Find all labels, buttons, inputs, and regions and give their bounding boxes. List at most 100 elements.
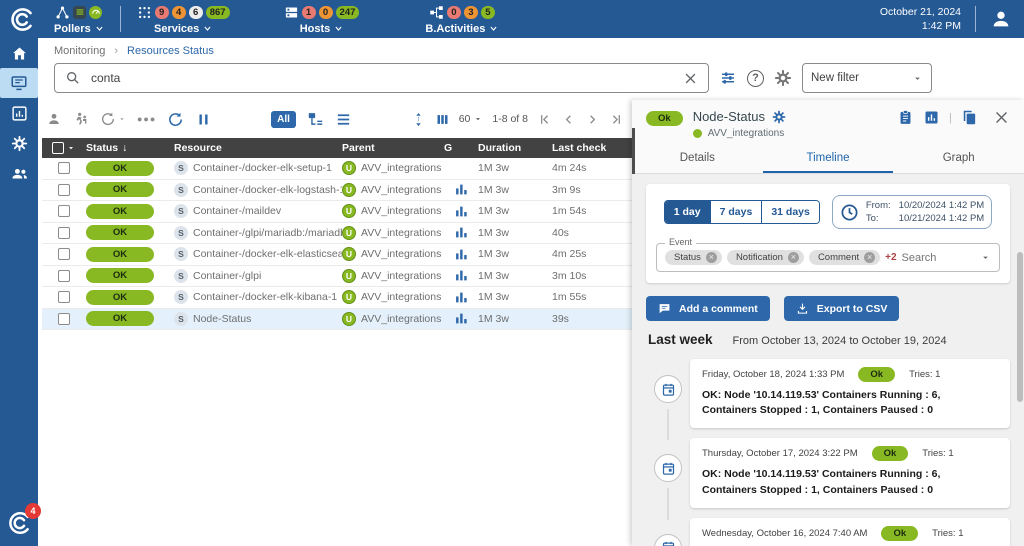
status-badge: OK: [86, 290, 154, 305]
event-card: Thursday, October 17, 2024 3:22 PM Ok Tr…: [690, 438, 1010, 507]
breadcrumb-monitoring[interactable]: Monitoring: [54, 45, 105, 57]
panel-tab[interactable]: Details: [632, 143, 763, 173]
sidebar-item-home[interactable]: [0, 38, 38, 68]
copy-details-clipboard-icon[interactable]: [897, 109, 914, 126]
pause-auto-refresh-icon[interactable]: [195, 111, 212, 128]
column-header-last-check[interactable]: Last check: [552, 142, 632, 154]
previous-page-icon[interactable]: [561, 112, 576, 127]
event-filter-chip[interactable]: Status×: [665, 250, 722, 265]
panel-resize-handle[interactable]: [632, 128, 635, 174]
table-row[interactable]: OK SContainer-/docker-elk-logstash-1 UAV…: [42, 180, 632, 202]
performance-graph-icon[interactable]: [923, 109, 940, 126]
search-input[interactable]: [91, 71, 673, 85]
more-chips-count[interactable]: +2: [885, 252, 896, 263]
graph-icon[interactable]: [455, 183, 468, 196]
export-csv-button[interactable]: Export to CSV: [784, 296, 900, 321]
acknowledge-icon[interactable]: [46, 111, 62, 127]
row-checkbox[interactable]: [58, 313, 70, 325]
clear-search-icon[interactable]: [683, 71, 698, 86]
sidebar-item-configuration[interactable]: [0, 128, 38, 158]
list-view-icon[interactable]: [335, 111, 352, 128]
sidebar-bottom-logo[interactable]: 4: [6, 510, 32, 536]
row-checkbox[interactable]: [58, 184, 70, 196]
add-comment-button[interactable]: Add a comment: [646, 296, 770, 321]
sidebar-item-administration[interactable]: [0, 158, 38, 188]
parent-status-badge: U: [342, 204, 356, 218]
next-page-icon[interactable]: [585, 112, 600, 127]
table-row[interactable]: OK SContainer-/docker-elk-kibana-1 UAVV_…: [42, 287, 632, 309]
advanced-filters-icon[interactable]: [719, 69, 737, 87]
graph-icon[interactable]: [455, 226, 468, 239]
columns-settings-icon[interactable]: [435, 112, 450, 127]
row-checkbox[interactable]: [58, 270, 70, 282]
date-range-picker[interactable]: From: 10/20/2024 1:42 PM To: 10/21/2024 …: [832, 195, 992, 229]
graph-icon[interactable]: [455, 291, 468, 304]
remove-chip-icon[interactable]: ×: [864, 252, 875, 263]
status-counter-badge: 0: [319, 6, 333, 19]
refresh-icon[interactable]: [167, 111, 184, 128]
column-header-graph[interactable]: G: [444, 142, 478, 154]
clock-icon: [840, 203, 859, 222]
centreon-logo-icon[interactable]: [0, 0, 42, 38]
row-density-icon[interactable]: [411, 112, 426, 127]
table-row[interactable]: OK SNode-Status UAVV_integrations 1M 3w …: [42, 309, 632, 331]
period-button[interactable]: 31 days: [762, 201, 819, 223]
select-options-caret-icon[interactable]: [66, 143, 76, 153]
graph-icon[interactable]: [455, 269, 468, 282]
column-header-status[interactable]: Status↓: [86, 142, 174, 154]
settings-gear-icon[interactable]: [774, 69, 792, 87]
graph-icon[interactable]: [455, 248, 468, 261]
table-row[interactable]: OK SContainer-/maildev UAVV_integrations…: [42, 201, 632, 223]
rows-per-page-select[interactable]: 60: [459, 113, 484, 125]
copy-link-icon[interactable]: [961, 109, 978, 126]
row-checkbox[interactable]: [58, 227, 70, 239]
set-downtime-icon[interactable]: [73, 111, 89, 127]
scrollbar-thumb[interactable]: [1017, 252, 1023, 402]
column-header-parent[interactable]: Parent: [342, 142, 444, 154]
status-badge: OK: [86, 161, 154, 176]
menu-services[interactable]: 946867 Services: [125, 2, 242, 37]
filter-selected-value: New filter: [811, 72, 859, 84]
sidebar-item-monitoring[interactable]: [0, 68, 38, 98]
table-row[interactable]: OK SContainer-/docker-elk-elasticsearch-…: [42, 244, 632, 266]
remove-chip-icon[interactable]: ×: [788, 252, 799, 263]
table-row[interactable]: OK SContainer-/glpi UAVV_integrations 1M…: [42, 266, 632, 288]
menu-bactivities[interactable]: 035 B.Activities: [413, 2, 510, 37]
event-filter-chip[interactable]: Notification×: [727, 250, 804, 265]
menu-hosts[interactable]: 10247 Hosts: [272, 2, 372, 37]
period-button[interactable]: 7 days: [711, 201, 763, 223]
close-panel-icon[interactable]: [993, 109, 1010, 126]
resource-settings-gear-icon[interactable]: [772, 110, 786, 124]
sidebar-item-reporting[interactable]: [0, 98, 38, 128]
event-filter-search-input[interactable]: [902, 252, 975, 264]
status-badge: OK: [86, 311, 154, 326]
graph-icon[interactable]: [455, 312, 468, 325]
table-row[interactable]: OK SContainer-/docker-elk-setup-1 UAVV_i…: [42, 158, 632, 180]
last-page-icon[interactable]: [609, 112, 624, 127]
first-page-icon[interactable]: [537, 112, 552, 127]
help-icon[interactable]: ?: [747, 70, 764, 87]
force-check-icon[interactable]: [100, 111, 126, 127]
filter-select[interactable]: New filter: [802, 63, 932, 93]
tree-view-icon[interactable]: [307, 111, 324, 128]
user-profile-icon[interactable]: [990, 8, 1012, 30]
breadcrumb-resources-status[interactable]: Resources Status: [127, 45, 214, 57]
remove-chip-icon[interactable]: ×: [706, 252, 717, 263]
row-checkbox[interactable]: [58, 162, 70, 174]
menu-pollers[interactable]: Pollers: [42, 2, 116, 37]
graph-icon[interactable]: [455, 205, 468, 218]
column-header-resource[interactable]: Resource: [174, 142, 342, 154]
panel-tab[interactable]: Timeline: [763, 143, 894, 173]
view-all-toggle[interactable]: All: [271, 111, 296, 128]
chevron-down-icon[interactable]: [980, 252, 991, 263]
period-button[interactable]: 1 day: [665, 201, 711, 223]
column-header-duration[interactable]: Duration: [478, 142, 552, 154]
event-filter-chip[interactable]: Comment×: [809, 250, 880, 265]
panel-tab[interactable]: Graph: [893, 143, 1024, 173]
more-actions-icon[interactable]: ●●●: [137, 114, 156, 124]
select-all-checkbox[interactable]: [52, 142, 64, 154]
row-checkbox[interactable]: [58, 248, 70, 260]
row-checkbox[interactable]: [58, 205, 70, 217]
table-row[interactable]: OK SContainer-/glpi/mariadb:/mariadb UAV…: [42, 223, 632, 245]
row-checkbox[interactable]: [58, 291, 70, 303]
